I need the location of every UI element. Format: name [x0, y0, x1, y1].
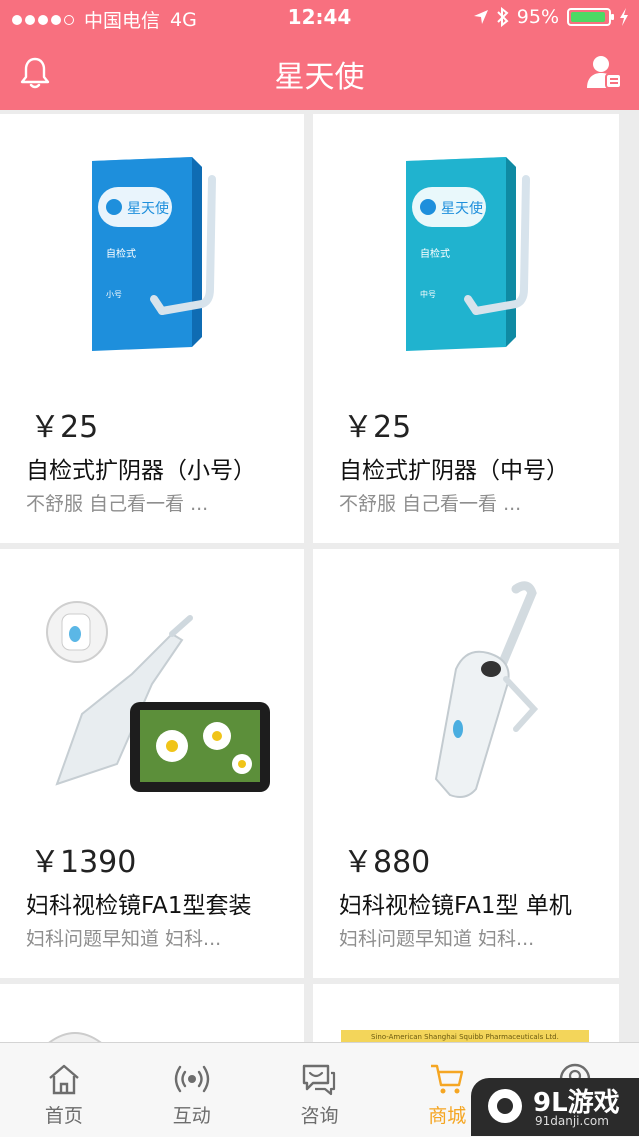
tab-home[interactable]: 首页	[0, 1043, 128, 1137]
svg-text:星天使: 星天使	[441, 200, 483, 217]
product-image	[313, 549, 619, 829]
site-watermark: 9L游戏 91danji.com	[471, 1078, 639, 1136]
bluetooth-icon	[497, 7, 509, 27]
product-image	[48, 1032, 102, 1042]
battery-icon	[567, 8, 614, 26]
top-bar: 中国电信 4G 12:44 95% 星天使	[0, 0, 639, 110]
cart-icon	[431, 1064, 464, 1094]
tab-consult[interactable]: 咨询	[256, 1043, 384, 1137]
tab-label: 首页	[44, 1105, 83, 1127]
location-arrow-icon	[473, 10, 488, 24]
svg-text:中号: 中号	[420, 289, 436, 299]
product-price: ￥1390	[30, 845, 137, 880]
product-name: 自检式扩阴器（中号）	[339, 458, 569, 484]
colposcope-unit-image	[434, 581, 539, 798]
tab-label: 互动	[172, 1105, 211, 1127]
product-card[interactable]: ￥880 妇科视检镜FA1型 单机 妇科问题早知道 妇科...	[313, 549, 619, 978]
product-image: 星天使 自检式 小号	[0, 114, 304, 394]
page-title: 星天使	[274, 60, 365, 95]
product-description: 不舒服 自己看一看 ...	[339, 493, 522, 515]
product-description: 不舒服 自己看一看 ...	[26, 493, 209, 515]
product-image: 星天使 自检式 中号	[313, 114, 619, 394]
product-name: 妇科视检镜FA1型 单机	[339, 893, 572, 919]
tab-interact[interactable]: 互动	[128, 1043, 256, 1137]
product-price: ￥25	[30, 410, 99, 445]
home-icon	[49, 1064, 79, 1095]
status-right: 95%	[473, 6, 629, 28]
product-image	[0, 549, 304, 829]
svg-text:自检式: 自检式	[106, 247, 136, 260]
package-label-text: Sino-American Shanghai Squibb Pharmaceut…	[371, 1033, 559, 1041]
product-image: Sino-American Shanghai Squibb Pharmaceut…	[341, 1030, 589, 1042]
product-card[interactable]	[0, 984, 304, 1042]
user-profile-icon[interactable]	[587, 54, 621, 90]
product-description: 妇科问题早知道 妇科...	[26, 928, 222, 950]
tab-label: 咨询	[300, 1105, 339, 1127]
product-card[interactable]: Sino-American Shanghai Squibb Pharmaceut…	[313, 984, 619, 1042]
product-name: 自检式扩阴器（小号）	[26, 458, 256, 484]
svg-text:小号: 小号	[106, 290, 122, 299]
product-card[interactable]: 星天使 自检式 小号 ￥25 自检式扩阴器（小号） 不舒服 自己看一看 ...	[0, 114, 304, 543]
product-grid: 星天使 自检式 小号 ￥25 自检式扩阴器（小号） 不舒服 自己看一看 ... …	[0, 110, 639, 1042]
product-name: 妇科视检镜FA1型套装	[26, 893, 252, 919]
battery-percent: 95%	[516, 6, 559, 28]
product-card[interactable]: 星天使 自检式 中号 ￥25 自检式扩阴器（中号） 不舒服 自己看一看 ...	[313, 114, 619, 543]
colposcope-kit-image	[46, 601, 270, 792]
watermark-url: 91danji.com	[535, 1114, 609, 1128]
product-card[interactable]: ￥1390 妇科视检镜FA1型套装 妇科问题早知道 妇科...	[0, 549, 304, 978]
speculum-box-medium-image: 星天使 自检式 中号	[406, 157, 530, 351]
product-description: 妇科问题早知道 妇科...	[339, 928, 535, 950]
svg-text:自检式: 自检式	[420, 247, 450, 260]
watermark-logo-icon	[488, 1089, 522, 1123]
charging-icon	[620, 8, 628, 26]
speculum-box-small-image: 星天使 自检式 小号	[92, 157, 216, 351]
broadcast-icon	[174, 1065, 209, 1093]
status-bar: 中国电信 4G 12:44 95%	[0, 0, 639, 36]
product-price: ￥880	[343, 845, 431, 880]
svg-text:星天使: 星天使	[127, 200, 169, 217]
product-price: ￥25	[343, 410, 412, 445]
chat-icon	[303, 1064, 336, 1096]
